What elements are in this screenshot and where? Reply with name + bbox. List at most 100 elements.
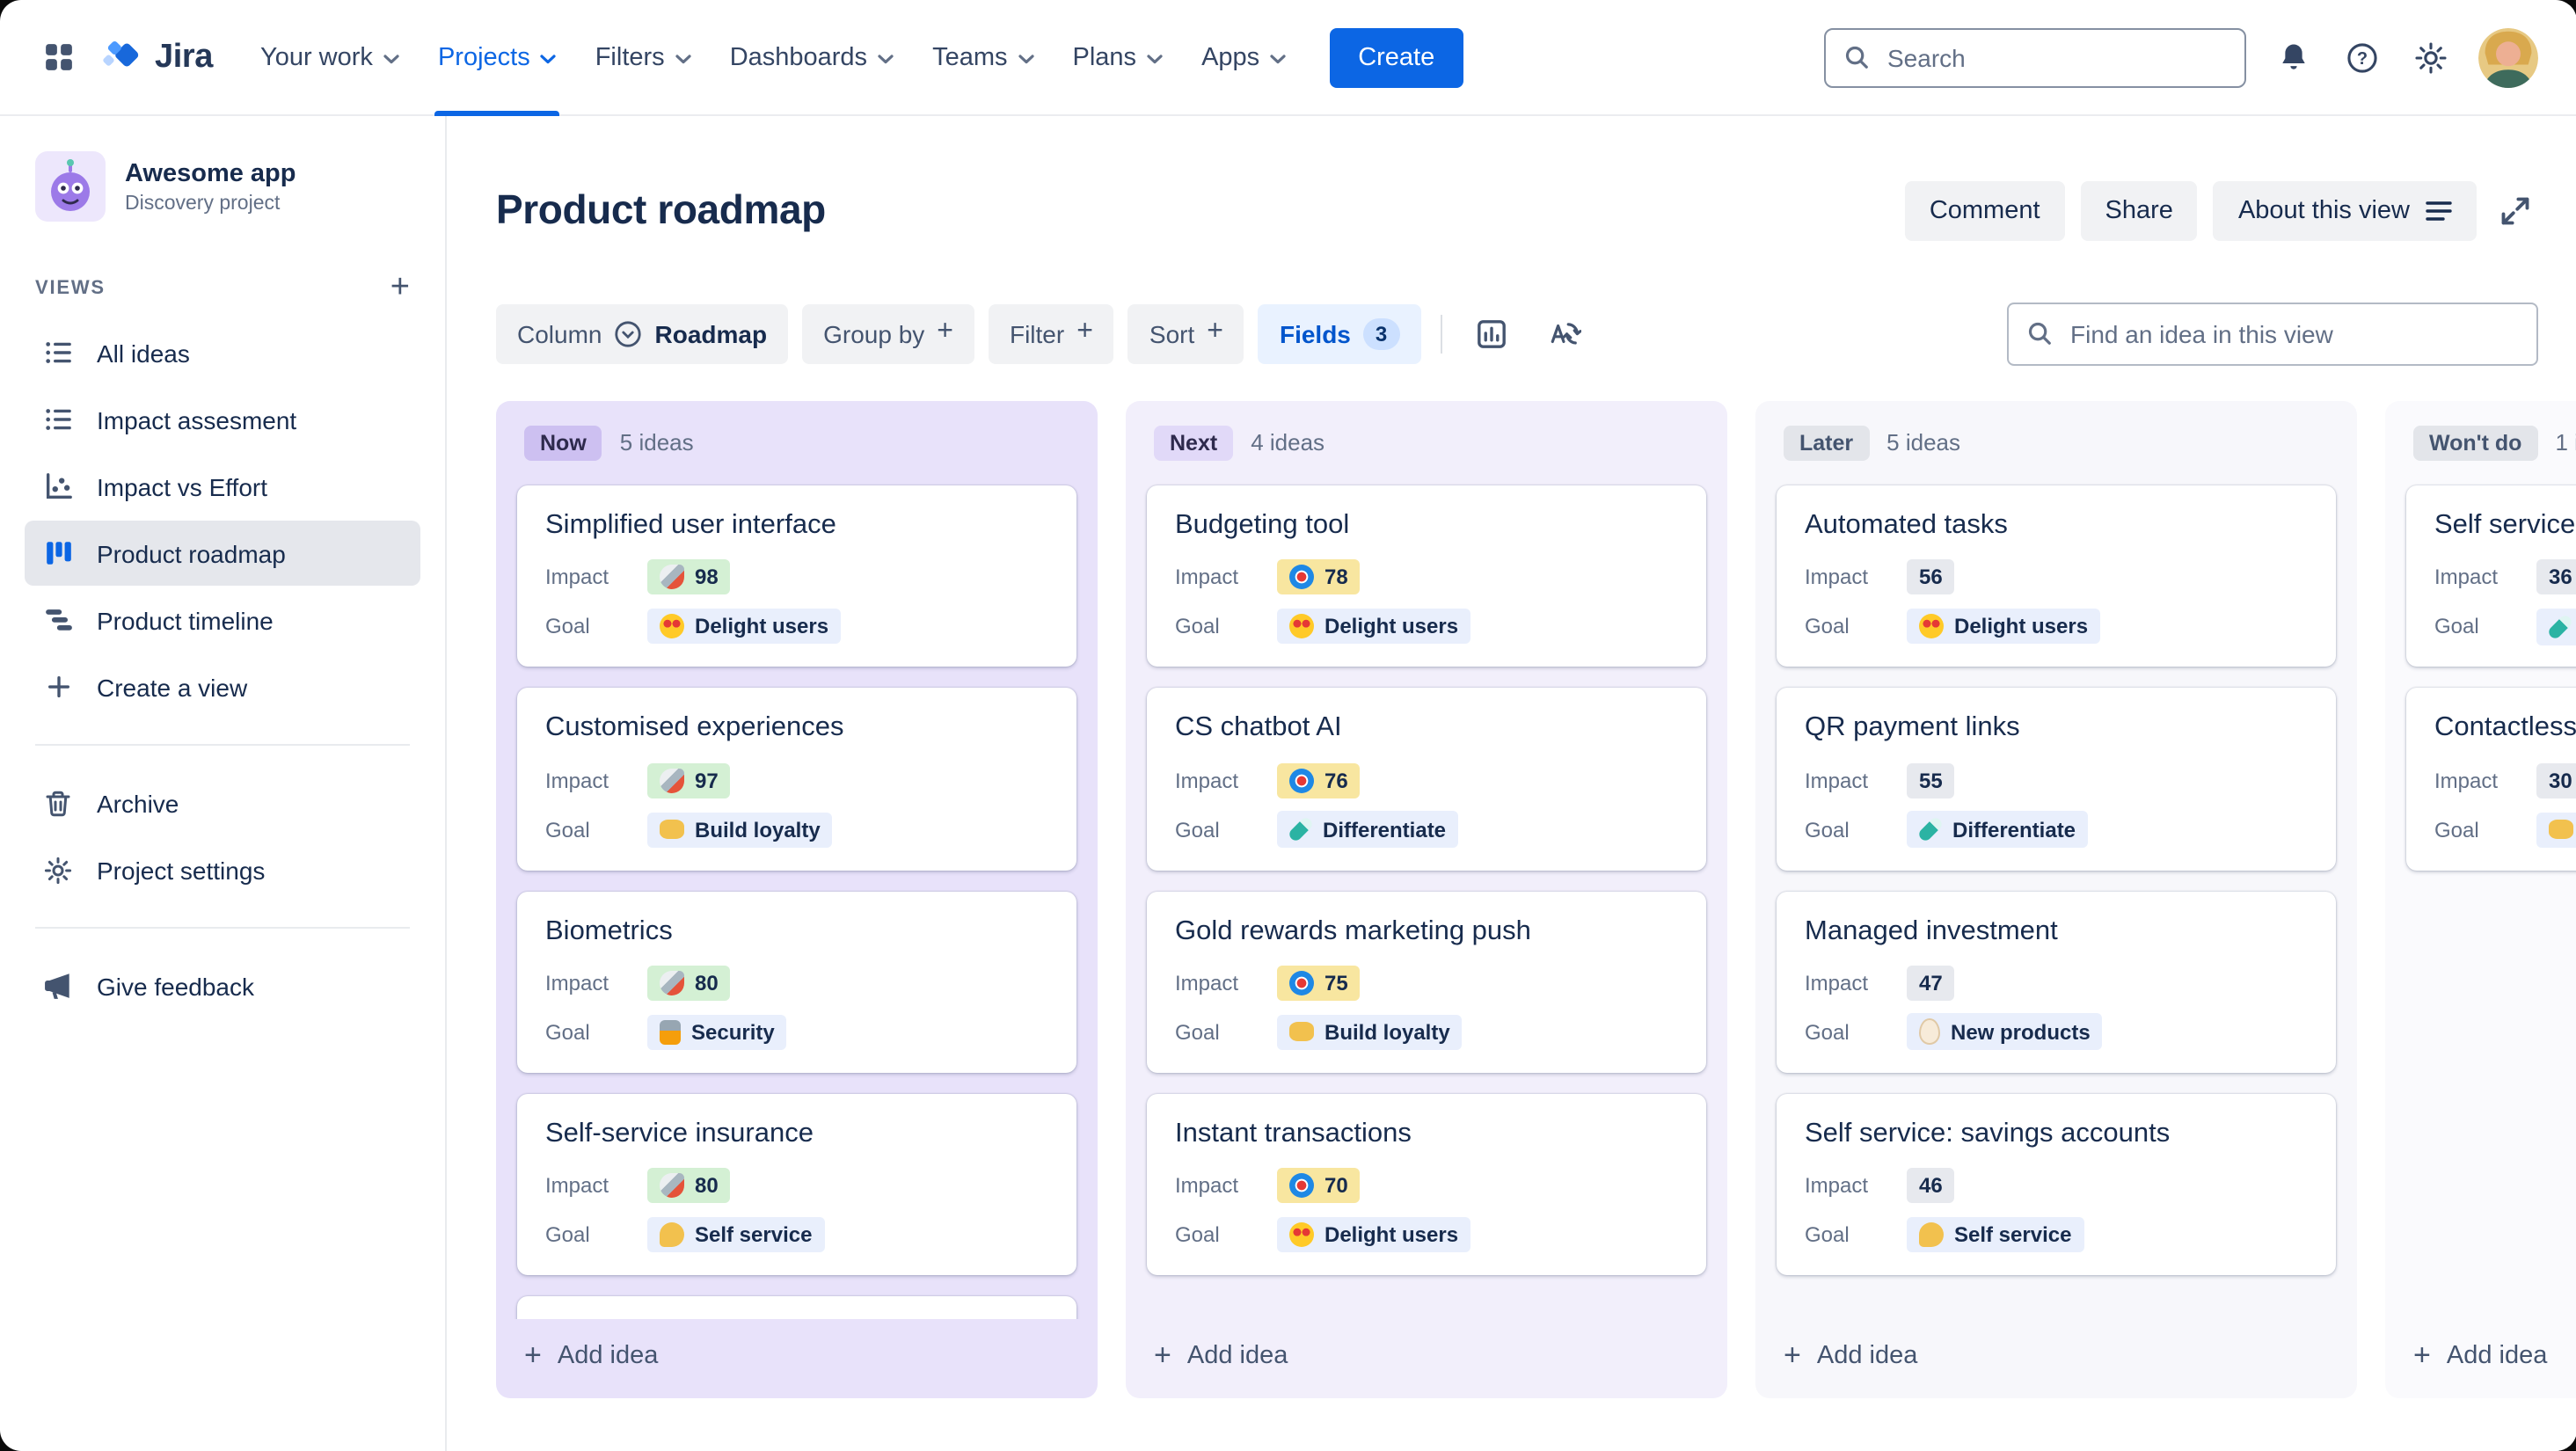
dart-icon: [1289, 768, 1314, 793]
add-view-button[interactable]: +: [390, 271, 410, 304]
goal-value: New products: [1951, 1019, 2091, 1045]
nav-item-projects[interactable]: Projects: [419, 0, 576, 115]
goal-row: Goal Build loyalty: [1175, 1013, 1678, 1052]
create-button[interactable]: Create: [1330, 27, 1463, 87]
notifications-icon[interactable]: [2273, 36, 2315, 78]
nav-item-plans[interactable]: Plans: [1054, 0, 1183, 115]
user-avatar[interactable]: [2478, 27, 2538, 87]
sidebar-item-label: Impact vs Effort: [97, 472, 267, 500]
give-feedback-label: Give feedback: [97, 972, 254, 1000]
idea-card[interactable]: Biometrics Impact 80 Goal Security: [517, 891, 1076, 1073]
nav-item-your-work[interactable]: Your work: [241, 0, 419, 115]
views-list: All ideas Impact assesment Impact vs Effor…: [25, 318, 420, 721]
sidebar-item-impact-assesment[interactable]: Impact assesment: [25, 387, 420, 452]
group-by-chip[interactable]: Group by +: [802, 303, 974, 364]
jira-logo[interactable]: Jira: [88, 37, 241, 77]
idea-card[interactable]: QR payment links Impact 55 Goal Differentiat…: [1777, 688, 2336, 871]
column-idea-count: 5 ideas: [619, 429, 694, 456]
plus-icon: [42, 674, 74, 700]
find-idea-input[interactable]: [2067, 317, 2519, 350]
impact-badge: 36: [2536, 559, 2576, 595]
idea-card[interactable]: Self service: savings accounts Impact 46 Go…: [1777, 1093, 2336, 1276]
add-idea-button[interactable]: + Add idea: [2385, 1319, 2576, 1398]
goal-label: Goal: [1805, 1019, 1850, 1045]
idea-card[interactable]: Self service: Impact 36 Goal Differentiate: [2406, 485, 2576, 667]
settings-gear-icon[interactable]: [2410, 36, 2452, 78]
impact-row: Impact 47: [1805, 964, 2308, 1003]
project-avatar: [35, 151, 106, 222]
goal-badge: Differentiate: [1907, 811, 2089, 849]
sidebar-item-impact-vs-effort[interactable]: Impact vs Effort: [25, 454, 420, 519]
impact-row: Impact 78: [1175, 558, 1678, 596]
column-idea-count: 4 ideas: [1251, 429, 1325, 456]
sidebar-divider: [35, 744, 410, 746]
add-idea-button[interactable]: + Add idea: [1126, 1319, 1727, 1398]
board-column-now: Now 5 ideas Simplified user interface Impac…: [496, 400, 1098, 1398]
app-switcher-icon[interactable]: [28, 27, 88, 87]
find-idea-search[interactable]: [2007, 302, 2538, 366]
comment-button[interactable]: Comment: [1904, 180, 2065, 241]
idea-card[interactable]: Budgeting tool Impact 78 Goal Delight users: [1147, 485, 1706, 667]
impact-label: Impact: [1175, 768, 1239, 793]
global-search-input[interactable]: [1884, 41, 2227, 73]
idea-card[interactable]: Simplified user interface Impact 98 Goal Del…: [517, 485, 1076, 667]
sidebar-item-create-a-view[interactable]: Create a view: [25, 654, 420, 719]
help-icon[interactable]: ?: [2341, 36, 2383, 78]
goal-label: Goal: [1175, 614, 1220, 639]
global-search[interactable]: [1824, 27, 2246, 87]
goal-label: Goal: [2434, 817, 2479, 842]
idea-title: Managed investment: [1805, 915, 2058, 946]
share-button[interactable]: Share: [2080, 180, 2198, 241]
sidebar-item-archive[interactable]: Archive: [25, 770, 420, 835]
goal-row: Goal Build loyalty: [545, 810, 1048, 849]
rocket-icon: [660, 565, 684, 590]
sidebar-item-product-roadmap[interactable]: Product roadmap: [25, 521, 420, 586]
idea-card[interactable]: Disposable virtual cardsImpact79: [517, 1296, 1076, 1319]
nav-item-apps[interactable]: Apps: [1182, 0, 1305, 115]
idea-card[interactable]: Automated tasks Impact 56 Goal Delight users: [1777, 485, 2336, 667]
column-status-badge: Next: [1154, 425, 1234, 461]
goal-badge: Delight users: [647, 609, 842, 645]
fields-chip[interactable]: Fields 3: [1258, 303, 1421, 364]
sort-chip[interactable]: Sort +: [1127, 303, 1244, 364]
idea-card[interactable]: Instant transactions Impact 70 Goal Delight …: [1147, 1093, 1706, 1276]
goal-badge: Self service: [647, 1217, 825, 1253]
idea-title: CS chatbot AI: [1175, 712, 1342, 743]
test-tube-icon: [1287, 815, 1315, 843]
about-view-button[interactable]: About this view: [2213, 180, 2477, 241]
add-idea-button[interactable]: + Add idea: [496, 1319, 1098, 1398]
idea-card[interactable]: Contactless Impact 30 Goal Build loyalty: [2406, 688, 2576, 871]
idea-title: Customised experiences: [545, 712, 844, 743]
column-grouping-chip[interactable]: Column Roadmap: [496, 303, 789, 364]
idea-card[interactable]: Managed investment Impact 47 Goal New produc…: [1777, 891, 2336, 1073]
sort-alphabetical-icon[interactable]: [1535, 304, 1594, 364]
impact-value: 80: [695, 970, 719, 995]
sidebar-item-all-ideas[interactable]: All ideas: [25, 320, 420, 385]
rocket-icon: [660, 970, 684, 995]
nav-item-dashboards[interactable]: Dashboards: [711, 0, 913, 115]
goal-value: Delight users: [1324, 614, 1459, 639]
column-chip-value: Roadmap: [654, 319, 768, 348]
insights-icon[interactable]: [1461, 304, 1521, 364]
idea-card[interactable]: Gold rewards marketing push Impact 75 Goal B…: [1147, 891, 1706, 1073]
fullscreen-icon[interactable]: [2492, 181, 2538, 241]
handshake-icon: [1289, 1022, 1314, 1042]
impact-value: 75: [1324, 970, 1348, 995]
svg-text:?: ?: [2357, 48, 2368, 68]
add-idea-button[interactable]: + Add idea: [1755, 1319, 2357, 1398]
filter-chip[interactable]: Filter +: [988, 303, 1114, 364]
nav-item-filters[interactable]: Filters: [576, 0, 711, 115]
idea-card[interactable]: CS chatbot AI Impact 76 Goal Differentiate: [1147, 688, 1706, 871]
sidebar-item-project-settings[interactable]: Project settings: [25, 837, 420, 902]
give-feedback-button[interactable]: Give feedback: [25, 953, 420, 1018]
idea-title: Budgeting tool: [1175, 509, 1350, 540]
nav-item-teams[interactable]: Teams: [913, 0, 1053, 115]
sidebar-item-product-timeline[interactable]: Product timeline: [25, 587, 420, 653]
toolbar-chips: Group by + Filter + Sort +: [802, 303, 1244, 364]
idea-title: Contactless: [2434, 712, 2576, 743]
idea-card[interactable]: Customised experiences Impact 97 Goal Build …: [517, 688, 1076, 871]
project-header[interactable]: Awesome app Discovery project: [25, 148, 420, 225]
call-me-icon: [1919, 1222, 1944, 1248]
goal-badge: Differentiate: [1277, 811, 1459, 849]
idea-card[interactable]: Self-service insurance Impact 80 Goal Self s…: [517, 1093, 1076, 1276]
